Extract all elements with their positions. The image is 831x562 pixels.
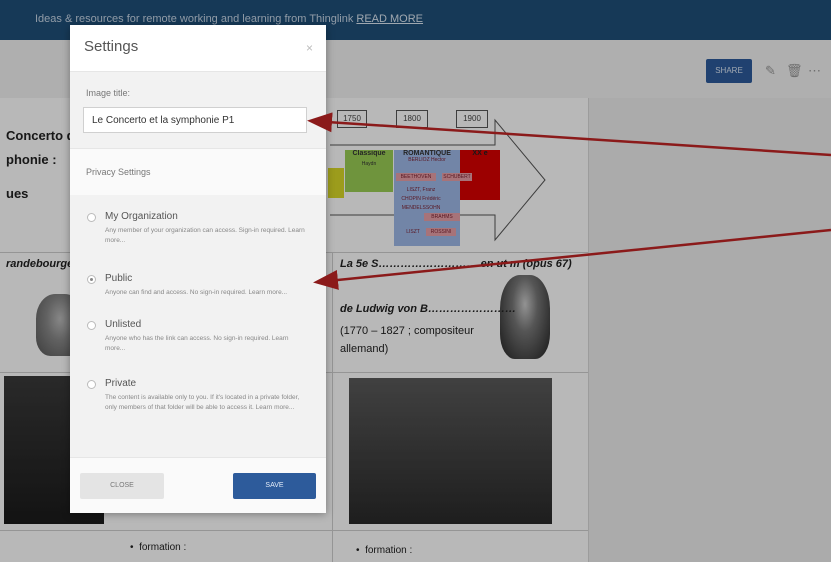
image-title-section: Image title:: [70, 72, 326, 148]
radio-button[interactable]: [87, 213, 96, 222]
image-title-label: Image title:: [86, 88, 131, 98]
option-description: Anyone can find and access. No sign-in r…: [105, 289, 288, 296]
option-description: The content is available only to you. If…: [105, 394, 300, 411]
close-icon[interactable]: ×: [306, 41, 313, 55]
dialog-header: Settings ×: [70, 25, 326, 72]
privacy-options: My Organization Any member of your organ…: [70, 195, 326, 457]
settings-dialog: Settings × Image title: Privacy Settings…: [70, 25, 326, 513]
option-description: Anyone who has the link can access. No s…: [105, 335, 289, 352]
option-name: Unlisted: [105, 319, 142, 330]
save-button[interactable]: SAVE: [233, 473, 316, 499]
radio-button[interactable]: [87, 380, 96, 389]
close-button[interactable]: CLOSE: [80, 473, 164, 499]
dialog-title: Settings: [84, 38, 139, 55]
privacy-settings-header: Privacy Settings: [70, 148, 326, 196]
option-name: My Organization: [105, 211, 178, 222]
privacy-settings-label: Privacy Settings: [86, 167, 151, 177]
option-description: Any member of your organization can acce…: [105, 227, 305, 244]
image-title-input[interactable]: [83, 107, 307, 133]
dialog-footer: CLOSE SAVE: [70, 457, 326, 513]
radio-button-selected[interactable]: [87, 275, 96, 284]
radio-button[interactable]: [87, 321, 96, 330]
option-name: Private: [105, 378, 137, 389]
option-name: Public: [105, 273, 133, 284]
